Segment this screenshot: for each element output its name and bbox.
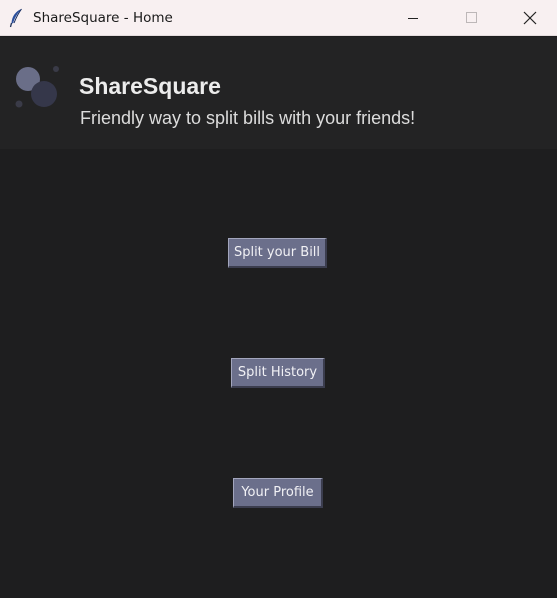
maximize-button[interactable] (448, 0, 494, 36)
bubbles-logo-icon (12, 63, 64, 113)
app-title: ShareSquare (79, 73, 221, 99)
your-profile-button[interactable]: Your Profile (233, 478, 323, 508)
split-history-button[interactable]: Split History (231, 358, 325, 388)
maximize-icon (466, 12, 477, 23)
close-button[interactable] (507, 0, 553, 36)
minimize-button[interactable] (391, 0, 437, 36)
window-title: ShareSquare - Home (33, 10, 173, 26)
app-header: ShareSquare Friendly way to split bills … (0, 37, 557, 149)
feather-icon (9, 8, 23, 28)
app-tagline: Friendly way to split bills with your fr… (80, 108, 416, 128)
close-icon (523, 11, 537, 25)
title-bar[interactable]: ShareSquare - Home (0, 0, 557, 36)
minimize-icon (408, 18, 418, 19)
app-window: ShareSquare - Home ShareSquare Friendly … (0, 0, 557, 598)
split-bill-button[interactable]: Split your Bill (228, 238, 327, 268)
